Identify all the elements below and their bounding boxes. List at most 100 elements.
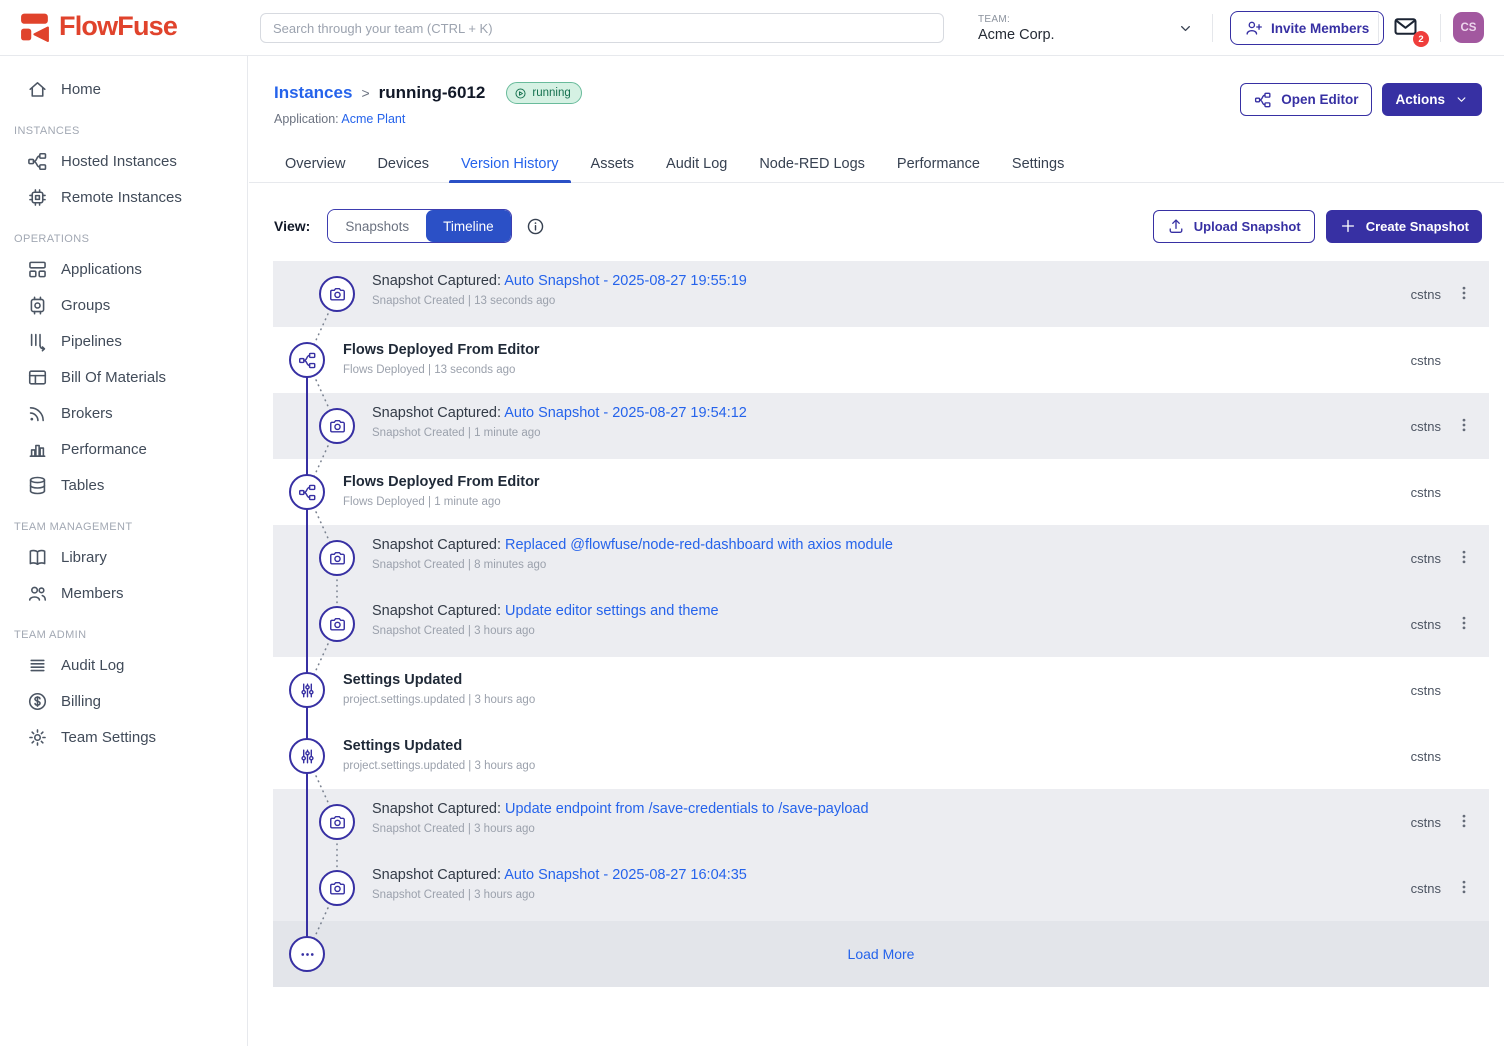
snapshot-link[interactable]: Update endpoint from /save-credentials t…	[505, 801, 869, 817]
event-meta: project.settings.updated | 3 hours ago	[343, 760, 535, 772]
sidebar-item-home[interactable]: Home	[0, 71, 247, 107]
snapshot-link[interactable]: Replaced @flowfuse/node-red-dashboard wi…	[505, 537, 893, 553]
tab-version-history[interactable]: Version History	[449, 146, 571, 182]
sidebar-item-remote-instances[interactable]: Remote Instances	[0, 179, 247, 215]
sidebar-item-label: Members	[61, 585, 124, 602]
event-meta: Flows Deployed | 13 seconds ago	[343, 364, 540, 376]
row-right: cstns	[1411, 723, 1489, 789]
sidebar-item-hosted-instances[interactable]: Hosted Instances	[0, 143, 247, 179]
divider	[1378, 14, 1379, 42]
header-actions: Open Editor Actions	[1240, 83, 1482, 116]
snapshot-title-prefix: Snapshot Captured:	[372, 801, 505, 817]
camera-icon	[319, 540, 355, 576]
toggle-snapshots[interactable]: Snapshots	[328, 210, 426, 242]
application-line: Application: Acme Plant	[274, 112, 405, 126]
sidebar-item-library[interactable]: Library	[0, 539, 247, 575]
invite-members-button[interactable]: Invite Members	[1230, 11, 1384, 45]
sidebar-item-brokers[interactable]: Brokers	[0, 395, 247, 431]
apps-icon	[27, 259, 48, 280]
brokers-icon	[27, 403, 48, 424]
groups-icon	[27, 295, 48, 316]
sidebar-item-bill-of-materials[interactable]: Bill Of Materials	[0, 359, 247, 395]
sidebar-item-label: Brokers	[61, 405, 113, 422]
sidebar-item-tables[interactable]: Tables	[0, 467, 247, 503]
sidebar-item-applications[interactable]: Applications	[0, 251, 247, 287]
sidebar-item-billing[interactable]: Billing	[0, 683, 247, 719]
user-label: cstns	[1411, 353, 1441, 368]
chevron-down-icon	[1454, 92, 1469, 107]
bom-icon	[27, 367, 48, 388]
team-selector[interactable]: TEAM: Acme Corp.	[978, 8, 1194, 48]
user-label: cstns	[1411, 287, 1441, 302]
nodes-icon	[289, 342, 325, 378]
sidebar-item-team-settings[interactable]: Team Settings	[0, 719, 247, 755]
sliders-icon	[289, 738, 325, 774]
event-meta: project.settings.updated | 3 hours ago	[343, 694, 535, 706]
event-meta: Snapshot Created | 13 seconds ago	[372, 295, 747, 307]
sidebar-item-label: Applications	[61, 261, 142, 278]
user-label: cstns	[1411, 881, 1441, 896]
application-link[interactable]: Acme Plant	[341, 112, 405, 126]
open-editor-button[interactable]: Open Editor	[1240, 83, 1372, 116]
kebab-menu-icon[interactable]	[1455, 282, 1475, 306]
row-right: cstns	[1411, 459, 1489, 525]
notification-badge: 2	[1413, 31, 1429, 47]
row-right: cstns	[1411, 591, 1489, 657]
tab-overview[interactable]: Overview	[273, 146, 357, 182]
view-toolbar: View: Snapshots Timeline Upload Snapshot…	[274, 206, 1482, 246]
tab-settings[interactable]: Settings	[1000, 146, 1076, 182]
row-right: cstns	[1411, 525, 1489, 591]
sidebar-item-label: Pipelines	[61, 333, 122, 350]
kebab-menu-icon[interactable]	[1455, 414, 1475, 438]
timeline-row: Snapshot Captured: Update editor setting…	[273, 591, 1489, 657]
sidebar-item-label: Team Settings	[61, 729, 156, 746]
sidebar: Home INSTANCES Hosted InstancesRemote Inst…	[0, 56, 248, 1046]
timeline-row: Flows Deployed From EditorFlows Deployed…	[273, 459, 1489, 525]
snapshot-link[interactable]: Auto Snapshot - 2025-08-27 19:54:12	[504, 405, 747, 421]
toggle-timeline[interactable]: Timeline	[426, 210, 511, 242]
tab-devices[interactable]: Devices	[365, 146, 441, 182]
timeline-row-content: Flows Deployed From EditorFlows Deployed…	[343, 471, 540, 508]
notifications-button[interactable]: 2	[1392, 13, 1422, 43]
info-icon[interactable]	[526, 217, 545, 236]
tab-assets[interactable]: Assets	[579, 146, 647, 182]
kebab-menu-icon[interactable]	[1455, 546, 1475, 570]
snapshot-link[interactable]: Update editor settings and theme	[505, 603, 719, 619]
upload-snapshot-button[interactable]: Upload Snapshot	[1153, 210, 1315, 243]
snapshot-link[interactable]: Auto Snapshot - 2025-08-27 16:04:35	[504, 867, 747, 883]
kebab-menu-icon[interactable]	[1455, 810, 1475, 834]
sidebar-section-team-admin: TEAM ADMIN	[0, 629, 247, 641]
load-more-link[interactable]: Load More	[273, 921, 1489, 987]
create-snapshot-button[interactable]: Create Snapshot	[1326, 210, 1482, 243]
sidebar-item-pipelines[interactable]: Pipelines	[0, 323, 247, 359]
kebab-menu-icon[interactable]	[1455, 876, 1475, 900]
flowfuse-logo[interactable]: FlowFuse	[20, 11, 177, 42]
event-meta: Snapshot Created | 8 minutes ago	[372, 559, 893, 571]
sidebar-item-members[interactable]: Members	[0, 575, 247, 611]
tab-audit-log[interactable]: Audit Log	[654, 146, 739, 182]
divider	[1212, 14, 1213, 42]
sliders-icon	[289, 672, 325, 708]
user-avatar[interactable]: CS	[1453, 12, 1484, 43]
breadcrumb: Instances > running-6012 running	[274, 82, 582, 104]
tab-performance[interactable]: Performance	[885, 146, 992, 182]
plus-icon	[1339, 217, 1357, 235]
event-title: Flows Deployed From Editor	[343, 342, 540, 358]
sidebar-item-label: Home	[61, 81, 101, 98]
sidebar-section-instances: INSTANCES	[0, 125, 247, 137]
actions-button[interactable]: Actions	[1382, 83, 1482, 116]
snapshot-title-prefix: Snapshot Captured:	[372, 273, 504, 289]
sidebar-item-audit-log[interactable]: Audit Log	[0, 647, 247, 683]
tab-bar: OverviewDevicesVersion HistoryAssetsAudi…	[249, 146, 1504, 183]
sidebar-item-performance[interactable]: Performance	[0, 431, 247, 467]
search-input[interactable]	[260, 13, 944, 43]
play-circle-icon	[514, 87, 527, 100]
kebab-menu-icon[interactable]	[1455, 612, 1475, 636]
node-red-icon	[1254, 91, 1272, 109]
sidebar-item-label: Tables	[61, 477, 104, 494]
tab-node-red-logs[interactable]: Node-RED Logs	[747, 146, 877, 182]
dollar-icon	[27, 691, 48, 712]
snapshot-link[interactable]: Auto Snapshot - 2025-08-27 19:55:19	[504, 273, 747, 289]
sidebar-item-groups[interactable]: Groups	[0, 287, 247, 323]
breadcrumb-instances-link[interactable]: Instances	[274, 83, 352, 103]
